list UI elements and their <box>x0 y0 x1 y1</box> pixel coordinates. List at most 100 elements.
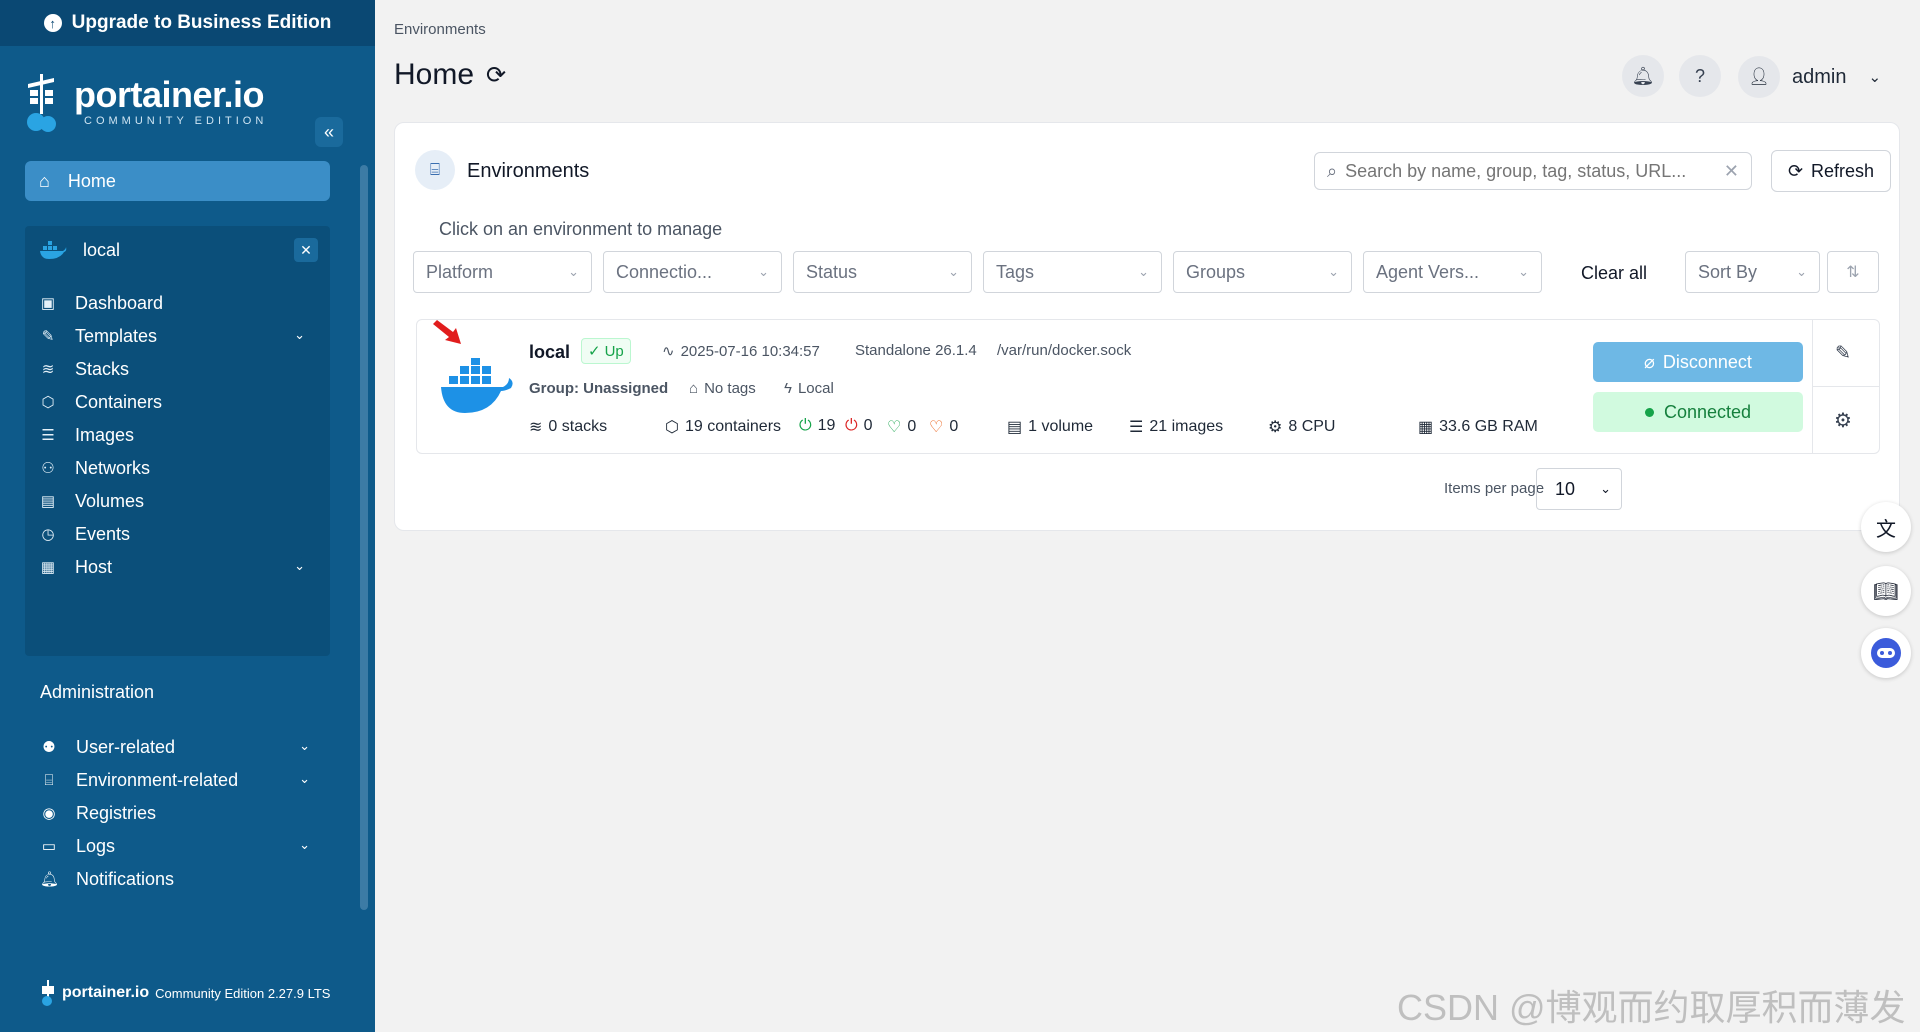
sidebar-item-containers[interactable]: ⬡ Containers <box>39 385 319 419</box>
stat-text: 0 <box>907 418 917 435</box>
sidebar-item-volumes[interactable]: ▤ Volumes <box>39 484 319 518</box>
stat-text: 33.6 GB RAM <box>1439 418 1538 435</box>
sidebar-item-registries[interactable]: ◉ Registries <box>40 796 310 830</box>
sidebar-item-label: Host <box>75 556 113 577</box>
cpu-count: ⚙ 8 CPU <box>1268 417 1335 437</box>
environment-card[interactable]: local ✓ Up ∿ 2025-07-16 10:34:57 Standalo… <box>416 319 1880 454</box>
close-environment-button[interactable]: ✕ <box>294 238 318 262</box>
filter-label: Agent Vers... <box>1376 261 1480 282</box>
refresh-icon: ⟳ <box>1787 160 1804 181</box>
sidebar-item-templates[interactable]: ✎ Templates ⌄ <box>39 319 319 353</box>
filter-connection[interactable]: Connectio... ⌄ <box>603 251 782 293</box>
stat-text: 0 stacks <box>548 418 608 435</box>
sidebar-item-images[interactable]: ☰ Images <box>39 418 319 452</box>
sidebar: ↑ Upgrade to Business Edition portainer.… <box>0 0 375 1032</box>
sidebar-item-user-related[interactable]: ⚉ User-related ⌄ <box>40 730 310 764</box>
notifications-button[interactable]: 🔔︎ <box>1622 55 1664 97</box>
chevron-down-icon: ⌄ <box>568 264 579 279</box>
filter-agent-version[interactable]: Agent Vers... ⌄ <box>1363 251 1542 293</box>
chevron-down-icon: ⌄ <box>294 327 305 342</box>
docs-button[interactable]: 📖︎ <box>1861 566 1911 616</box>
translate-button[interactable]: 文 <box>1861 502 1911 552</box>
bell-icon: 🔔︎ <box>1631 65 1655 86</box>
filter-status[interactable]: Status ⌄ <box>793 251 972 293</box>
filter-label: Groups <box>1186 261 1246 282</box>
sidebar-item-label: User-related <box>76 736 176 757</box>
stat-text: 19 containers <box>684 418 782 435</box>
clear-search-icon[interactable]: ✕ <box>1724 161 1739 182</box>
status-label: Up <box>604 342 624 360</box>
environment-header[interactable]: local <box>25 226 330 274</box>
layers-icon: ≋ <box>41 361 55 378</box>
chevron-down-icon: ⌄ <box>758 264 769 279</box>
upgrade-banner[interactable]: ↑ Upgrade to Business Edition <box>0 0 375 46</box>
logo-subtitle: COMMUNITY EDITION <box>84 115 268 127</box>
sidebar-item-networks[interactable]: ⚇ Networks <box>39 451 319 485</box>
running-count: ⏻ 19 <box>799 417 835 435</box>
sidebar-scrollbar[interactable] <box>360 165 368 910</box>
breadcrumb[interactable]: Environments <box>394 21 486 38</box>
environment-type: Standalone 26.1.4 <box>855 342 977 359</box>
disconnect-button[interactable]: ⌀ Disconnect <box>1593 342 1803 382</box>
stat-text: 0 <box>863 417 873 434</box>
sort-order-button[interactable]: ⇅ <box>1827 251 1879 293</box>
sidebar-item-label: Networks <box>75 457 151 478</box>
clear-all-button[interactable]: Clear all <box>1581 263 1647 284</box>
gear-icon: ⚙ <box>1834 410 1852 432</box>
search-input[interactable] <box>1345 160 1716 182</box>
environments-panel: ⌸ Environments ⌕ ✕ ⟳ Refresh Click on an… <box>394 122 1900 531</box>
filter-platform[interactable]: Platform ⌄ <box>413 251 592 293</box>
sidebar-item-label: Environment-related <box>76 769 239 790</box>
clock-icon: ◷ <box>41 526 55 543</box>
sort-by-select[interactable]: Sort By ⌄ <box>1685 251 1820 293</box>
sidebar-item-events[interactable]: ◷ Events <box>39 517 319 551</box>
sidebar-item-label: Images <box>75 424 135 445</box>
user-menu[interactable]: 👤︎ admin ⌄ <box>1738 56 1881 98</box>
sidebar-item-stacks[interactable]: ≋ Stacks <box>39 352 319 386</box>
filter-tags[interactable]: Tags ⌄ <box>983 251 1162 293</box>
unhealthy-count: ♡ 0 <box>929 417 958 437</box>
chevron-down-icon: ⌄ <box>1138 264 1149 279</box>
filter-label: Tags <box>996 261 1035 282</box>
chevron-down-icon: ⌄ <box>1518 264 1529 279</box>
refresh-button[interactable]: ⟳ Refresh <box>1771 150 1891 192</box>
activity-icon: ∿ <box>662 343 675 360</box>
stat-text: 19 <box>817 417 836 434</box>
stat-text: 8 CPU <box>1288 418 1336 435</box>
filter-groups[interactable]: Groups ⌄ <box>1173 251 1352 293</box>
radio-icon: ◉ <box>42 805 56 822</box>
sidebar-item-dashboard[interactable]: ▣ Dashboard <box>39 286 319 320</box>
chevron-down-icon: ⌄ <box>1600 481 1611 496</box>
environment-settings-button[interactable]: ⚙ <box>1834 408 1852 433</box>
refresh-label: Refresh <box>1811 160 1875 181</box>
heart-broken-icon: ♡ <box>929 419 944 436</box>
hdd-icon: ⌸ <box>44 771 54 789</box>
edit-environment-button[interactable]: ✎ <box>1835 342 1851 365</box>
sidebar-item-home[interactable]: ⌂ Home <box>25 161 330 201</box>
filter-label: Status <box>806 261 858 282</box>
items-per-page-select[interactable]: 10 ⌄ <box>1536 468 1622 510</box>
status-dot <box>1644 407 1654 417</box>
sidebar-footer: portainer.io Community Edition 2.27.9 LT… <box>40 980 330 1006</box>
help-button[interactable]: ? <box>1679 55 1721 97</box>
footer-version: Community Edition 2.27.9 LTS <box>155 985 331 1001</box>
sidebar-item-host[interactable]: ▦ Host ⌄ <box>39 550 319 584</box>
refresh-page-icon[interactable]: ⟳ <box>486 61 506 90</box>
collapse-sidebar-button[interactable]: « <box>315 117 343 147</box>
healthy-count: ♡ 0 <box>887 417 916 437</box>
zap-icon: ϟ <box>784 380 792 397</box>
box-icon: ⬡ <box>41 394 55 411</box>
search-box[interactable]: ⌕ ✕ <box>1314 152 1752 190</box>
docker-icon <box>40 241 67 259</box>
sidebar-item-logs[interactable]: ▭ Logs ⌄ <box>40 829 310 863</box>
chevron-down-icon: ⌄ <box>299 837 310 852</box>
database-icon: ▤ <box>40 493 56 510</box>
page-title-text: Home <box>394 58 475 91</box>
page-title: Home ⟳ <box>394 58 506 92</box>
items-per-page-value: 10 <box>1555 478 1576 499</box>
sidebar-item-environment-related[interactable]: ⌸ Environment-related ⌄ <box>40 763 310 797</box>
assistant-button[interactable] <box>1861 628 1911 678</box>
chevron-down-icon: ⌄ <box>948 264 959 279</box>
sort-arrows-icon: ⇅ <box>1846 264 1860 281</box>
sidebar-item-notifications[interactable]: 🔔︎ Notifications <box>40 862 310 896</box>
